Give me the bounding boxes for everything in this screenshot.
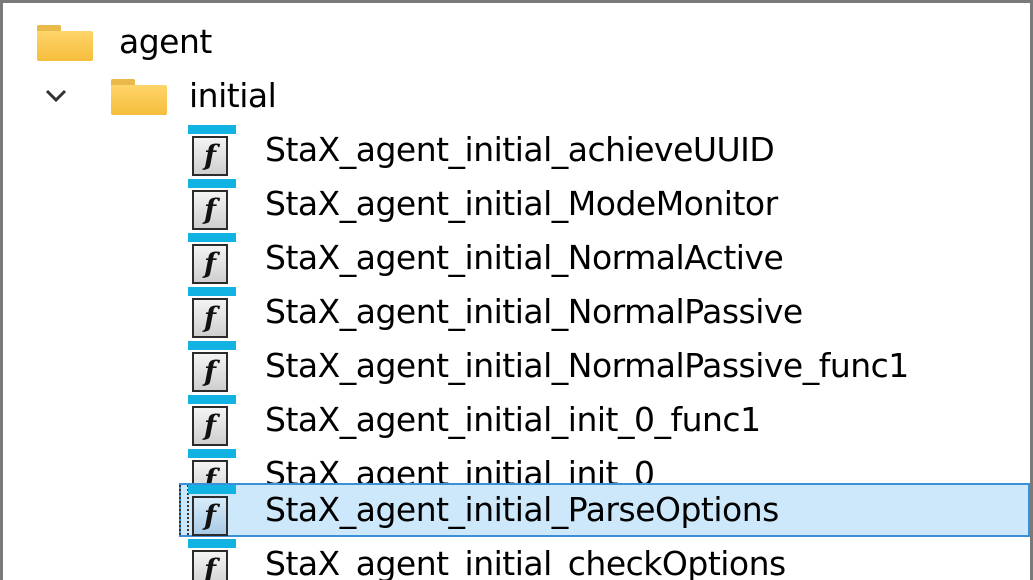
function-label: StaX_agent_initial_ModeMonitor <box>265 184 778 223</box>
function-icon: f <box>188 485 236 537</box>
tree-item-function[interactable]: f StaX_agent_initial_NormalPassive_func1 <box>3 339 1030 393</box>
function-icon: f <box>188 179 236 231</box>
function-icon: f <box>188 395 236 447</box>
tree-item-function[interactable]: f StaX_agent_initial_NormalActive <box>3 231 1030 285</box>
tree-item-function[interactable]: f StaX_agent_initial_ModeMonitor <box>3 177 1030 231</box>
function-label: StaX_agent_initial_achieveUUID <box>265 130 775 169</box>
function-icon: f <box>188 539 236 580</box>
tree-item-function[interactable]: f StaX_agent_initial_init_0_func1 <box>3 393 1030 447</box>
tree-item-function-selected[interactable]: f StaX_agent_initial_ParseOptions <box>3 483 1030 537</box>
function-icon: f <box>188 341 236 393</box>
function-label: StaX_agent_initial_NormalPassive <box>265 292 803 331</box>
function-icon: f <box>188 233 236 285</box>
function-label: StaX_agent_initial_NormalPassive_func1 <box>265 346 909 385</box>
tree-item-function[interactable]: f StaX_agent_initial_checkOptions <box>3 537 1030 580</box>
chevron-down-icon[interactable] <box>41 81 71 111</box>
folder-icon <box>37 25 93 61</box>
tree-item-function[interactable]: f StaX_agent_initial_NormalPassive <box>3 285 1030 339</box>
function-icon: f <box>188 125 236 177</box>
tree-item-function[interactable]: f StaX_agent_initial_achieveUUID <box>3 123 1030 177</box>
tree-view[interactable]: agent initial f StaX_agent_initial_achie… <box>0 0 1033 580</box>
tree-node-label: initial <box>189 76 277 115</box>
function-icon: f <box>188 287 236 339</box>
function-label: StaX_agent_initial_ParseOptions <box>265 490 779 529</box>
function-label: StaX_agent_initial_NormalActive <box>265 238 784 277</box>
function-label: StaX_agent_initial_checkOptions <box>265 544 786 580</box>
function-label: StaX_agent_initial_init_0_func1 <box>265 400 761 439</box>
folder-icon <box>111 79 167 115</box>
tree-node-initial[interactable]: initial <box>3 69 1030 123</box>
tree-node-agent[interactable]: agent <box>3 15 1030 69</box>
tree-node-label: agent <box>119 22 212 61</box>
